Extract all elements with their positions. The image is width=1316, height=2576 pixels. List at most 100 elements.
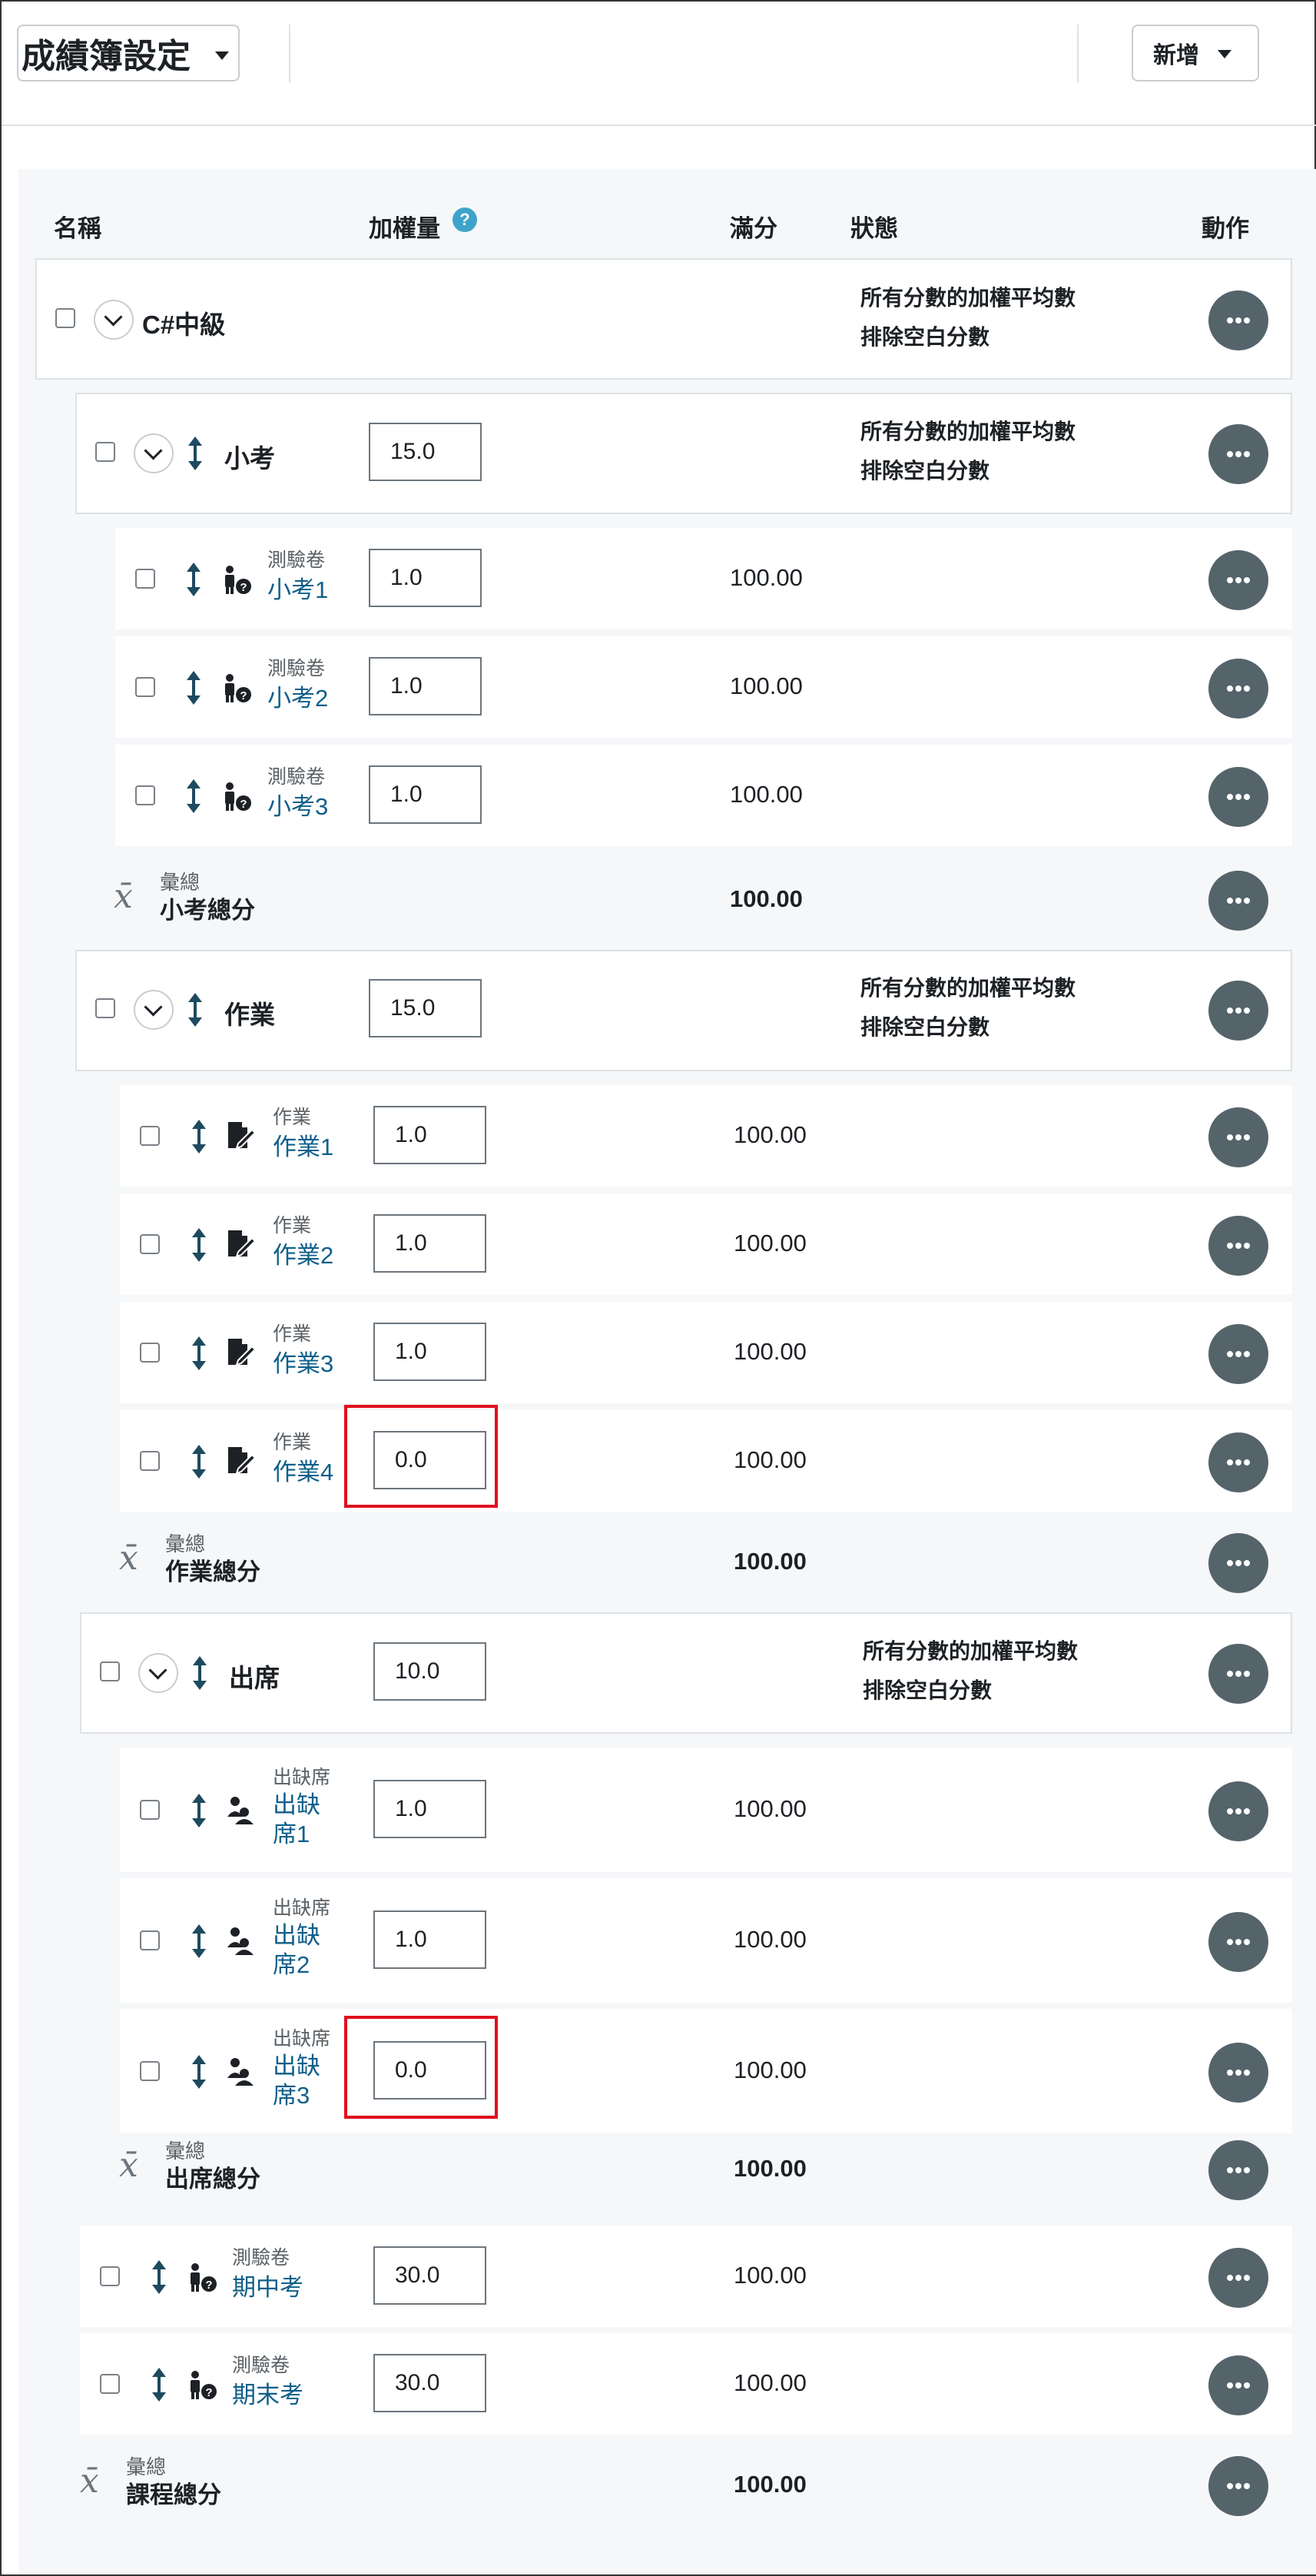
weight-input[interactable]: 1.0 bbox=[373, 1910, 486, 1969]
more-icon[interactable] bbox=[1208, 550, 1268, 610]
more-icon[interactable] bbox=[1208, 2140, 1268, 2200]
total-max-grade: 100.00 bbox=[734, 2471, 807, 2498]
more-icon[interactable] bbox=[1208, 981, 1268, 1041]
weight-input[interactable]: 1.0 bbox=[369, 549, 482, 607]
more-icon[interactable] bbox=[1208, 1107, 1268, 1167]
weight-input[interactable]: 0.0 bbox=[373, 1431, 486, 1489]
grade-item-link[interactable]: 作業3 bbox=[273, 1349, 333, 1379]
move-icon[interactable] bbox=[151, 2260, 167, 2294]
grade-item-link[interactable]: 出缺 bbox=[273, 2052, 320, 2081]
move-icon[interactable] bbox=[191, 1336, 207, 1370]
attendance-icon bbox=[227, 1927, 254, 1955]
more-icon[interactable] bbox=[1208, 424, 1268, 484]
row-checkbox[interactable] bbox=[135, 785, 155, 805]
row-checkbox[interactable] bbox=[140, 1126, 160, 1146]
grade-item-link[interactable]: 期中考 bbox=[232, 2273, 303, 2302]
grade-item-link[interactable]: 作業1 bbox=[273, 1133, 333, 1162]
grade-item-link[interactable]: 期末考 bbox=[232, 2381, 303, 2410]
grade-item-link[interactable]: 席2 bbox=[273, 1950, 310, 1980]
row-checkbox[interactable] bbox=[100, 2266, 120, 2286]
total-max-grade: 100.00 bbox=[734, 2155, 807, 2182]
more-icon[interactable] bbox=[1208, 2355, 1268, 2415]
category-total-name: 小考總分 bbox=[160, 897, 255, 924]
move-icon[interactable] bbox=[191, 1228, 207, 1262]
more-icon[interactable] bbox=[1208, 1912, 1268, 1972]
more-icon[interactable] bbox=[1208, 1324, 1268, 1384]
course-name: C#中級 bbox=[142, 310, 226, 339]
weight-input[interactable]: 10.0 bbox=[373, 1642, 486, 1701]
chevron-down-icon[interactable] bbox=[134, 433, 174, 473]
row-checkbox[interactable] bbox=[95, 998, 115, 1018]
weight-input[interactable]: 1.0 bbox=[373, 1780, 486, 1838]
header-divider bbox=[1077, 25, 1079, 83]
move-icon[interactable] bbox=[191, 1794, 207, 1827]
item-type: 出缺席 bbox=[273, 1897, 331, 1919]
weight-input[interactable]: 15.0 bbox=[369, 423, 482, 481]
row-checkbox[interactable] bbox=[55, 308, 75, 328]
gradebook-setup-select[interactable]: 成績簿設定 bbox=[17, 25, 240, 81]
help-icon[interactable]: ? bbox=[452, 207, 477, 232]
row-checkbox[interactable] bbox=[100, 1661, 120, 1681]
row-checkbox[interactable] bbox=[140, 1800, 160, 1820]
move-icon[interactable] bbox=[191, 1120, 207, 1154]
more-icon[interactable] bbox=[1208, 2043, 1268, 2103]
weight-input[interactable]: 30.0 bbox=[373, 2354, 486, 2412]
move-icon[interactable] bbox=[191, 1924, 207, 1958]
weight-input[interactable]: 0.0 bbox=[373, 2041, 486, 2100]
grade-item-link[interactable]: 席3 bbox=[273, 2081, 310, 2110]
more-icon[interactable] bbox=[1208, 767, 1268, 827]
grade-item-link[interactable]: 小考1 bbox=[267, 576, 328, 605]
status-aggregation: 所有分數的加權平均數 bbox=[860, 976, 1076, 1000]
row-checkbox[interactable] bbox=[135, 677, 155, 697]
row-checkbox[interactable] bbox=[140, 1930, 160, 1950]
grade-item-link[interactable]: 作業2 bbox=[273, 1241, 333, 1270]
grade-item-link[interactable]: 小考3 bbox=[267, 792, 328, 822]
weight-input[interactable]: 1.0 bbox=[369, 765, 482, 824]
move-icon[interactable] bbox=[185, 779, 202, 813]
weight-input[interactable]: 30.0 bbox=[373, 2246, 486, 2305]
row-checkbox[interactable] bbox=[140, 2061, 160, 2081]
move-icon[interactable] bbox=[187, 993, 204, 1027]
move-icon[interactable] bbox=[191, 1656, 208, 1690]
chevron-down-icon[interactable] bbox=[94, 300, 134, 340]
row-checkbox[interactable] bbox=[100, 2374, 120, 2394]
row-checkbox[interactable] bbox=[95, 442, 115, 462]
weight-input[interactable]: 15.0 bbox=[369, 979, 482, 1037]
more-icon[interactable] bbox=[1208, 290, 1268, 350]
weight-input[interactable]: 1.0 bbox=[373, 1323, 486, 1381]
chevron-down-icon[interactable] bbox=[134, 990, 174, 1030]
grade-item-link[interactable]: 小考2 bbox=[267, 684, 328, 713]
row-checkbox[interactable] bbox=[135, 569, 155, 589]
move-icon[interactable] bbox=[151, 2368, 167, 2402]
grade-item-link[interactable]: 席1 bbox=[273, 1820, 310, 1849]
category-name: 小考 bbox=[224, 444, 275, 473]
more-icon[interactable] bbox=[1208, 871, 1268, 931]
more-icon[interactable] bbox=[1208, 1644, 1268, 1704]
row-checkbox[interactable] bbox=[140, 1234, 160, 1254]
move-icon[interactable] bbox=[191, 2055, 207, 2089]
grade-item-link[interactable]: 作業4 bbox=[273, 1458, 333, 1487]
item-type: 作業 bbox=[273, 1432, 312, 1453]
more-icon[interactable] bbox=[1208, 659, 1268, 719]
category-total-name: 作業總分 bbox=[165, 1559, 260, 1585]
weight-input[interactable]: 1.0 bbox=[373, 1106, 486, 1164]
weight-input[interactable]: 1.0 bbox=[373, 1214, 486, 1273]
weight-input[interactable]: 1.0 bbox=[369, 657, 482, 715]
grade-item-link[interactable]: 出缺 bbox=[273, 1791, 320, 1820]
move-icon[interactable] bbox=[185, 671, 202, 705]
move-icon[interactable] bbox=[191, 1445, 207, 1479]
more-icon[interactable] bbox=[1208, 1781, 1268, 1841]
move-icon[interactable] bbox=[187, 437, 204, 470]
grade-item-link[interactable]: 出缺 bbox=[273, 1921, 320, 1950]
chevron-down-icon[interactable] bbox=[138, 1653, 178, 1693]
row-checkbox[interactable] bbox=[140, 1451, 160, 1471]
add-button[interactable]: 新增 bbox=[1132, 25, 1259, 81]
more-icon[interactable] bbox=[1208, 1533, 1268, 1593]
row-checkbox[interactable] bbox=[140, 1343, 160, 1363]
column-header-weight: 加權量 bbox=[369, 215, 440, 242]
more-icon[interactable] bbox=[1208, 2248, 1268, 2308]
move-icon[interactable] bbox=[185, 563, 202, 596]
more-icon[interactable] bbox=[1208, 1432, 1268, 1492]
more-icon[interactable] bbox=[1208, 2456, 1268, 2516]
more-icon[interactable] bbox=[1208, 1216, 1268, 1276]
